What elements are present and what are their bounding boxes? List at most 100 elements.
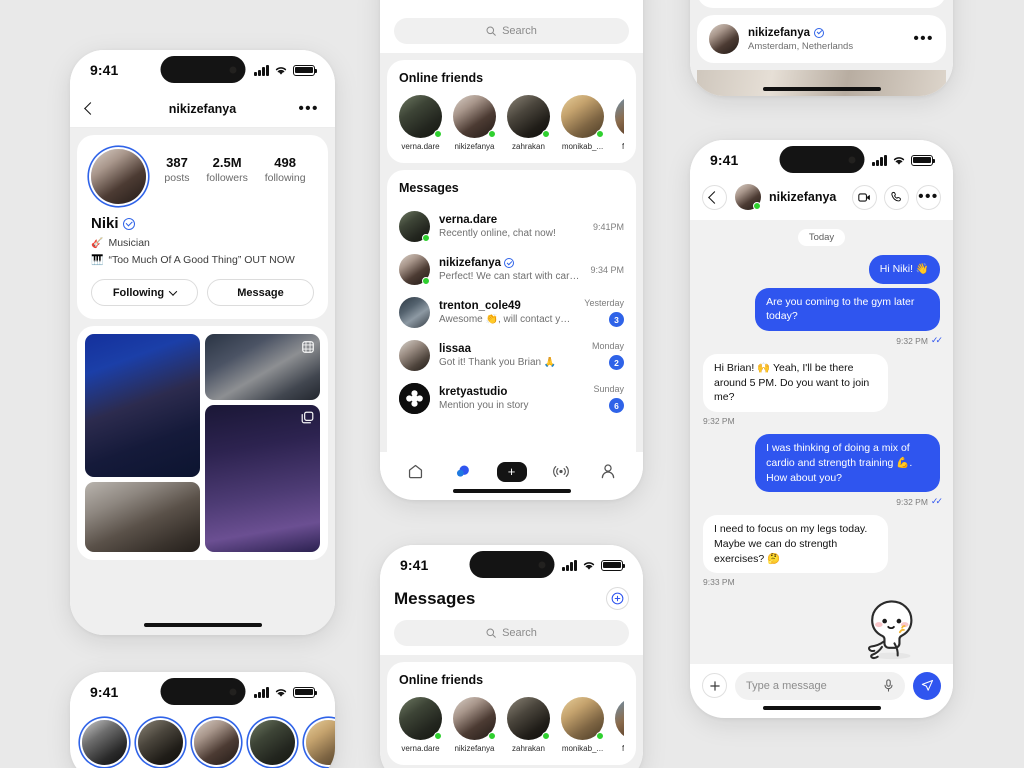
search-input[interactable]: Search — [394, 620, 629, 646]
chat-bubble-outgoing[interactable]: I was thinking of doing a mix of cardio … — [755, 434, 940, 493]
conversation-row[interactable]: nikizefanya Perfect! We can start with c… — [399, 248, 624, 291]
online-friends-list: verna.dare nikizefanya zahrakan monikab_… — [399, 697, 624, 753]
cellular-signal-icon — [562, 559, 577, 571]
avatar[interactable] — [735, 184, 761, 210]
online-indicator — [753, 202, 761, 210]
chat-bubble-incoming[interactable]: Hi Brian! 🙌 Yeah, I'll be there around 5… — [703, 354, 888, 413]
friend-item[interactable]: nikizefanya — [453, 697, 496, 753]
search-icon — [486, 628, 496, 638]
following-button[interactable]: Following — [91, 279, 198, 306]
compose-icon[interactable] — [606, 587, 629, 610]
video-call-icon[interactable] — [852, 184, 877, 210]
stat-posts[interactable]: 387 posts — [164, 155, 189, 184]
more-horizontal-icon[interactable]: ••• — [913, 31, 934, 46]
stat-following[interactable]: 498 following — [265, 155, 306, 184]
friend-item[interactable]: fateme_ — [615, 697, 624, 753]
story-item[interactable]: monikab — [306, 720, 335, 768]
status-bar-icons — [254, 686, 318, 698]
post-tile[interactable] — [205, 334, 320, 400]
unread-badge: 6 — [609, 398, 624, 413]
friend-item[interactable]: verna.dare — [399, 697, 442, 753]
tab-add-button[interactable]: + — [496, 461, 527, 482]
story-item[interactable]: nikizefanya — [194, 720, 240, 768]
conversation-row[interactable]: lissaa Got it! Thank you Brian 🙏 Monday … — [399, 334, 624, 377]
phone-call-icon[interactable] — [884, 184, 909, 210]
verified-badge-icon — [122, 217, 135, 230]
profile-name-row: Niki — [91, 215, 314, 232]
following-label: Following — [112, 286, 165, 299]
stat-value: 2.5M — [212, 155, 242, 170]
story-item[interactable]: zahrakan — [250, 720, 296, 768]
friend-item[interactable]: verna.dare — [399, 95, 442, 151]
chat-actions: ••• — [852, 184, 941, 210]
avatar[interactable] — [91, 149, 146, 204]
post-image[interactable] — [697, 70, 946, 96]
friend-item[interactable]: zahrakan — [507, 697, 550, 753]
avatar — [399, 383, 430, 414]
message-button[interactable]: Message — [207, 279, 314, 306]
friend-item[interactable]: monikab_... — [561, 697, 604, 753]
chat-message-list: Today Hi Niki! 👋 Are you coming to the g… — [690, 220, 953, 664]
avatar — [250, 720, 295, 765]
cute-blob-sticker[interactable] — [854, 597, 926, 663]
friend-name: verna.dare — [401, 744, 440, 753]
conversations-title: Messages — [399, 181, 459, 195]
status-bar-icons — [872, 154, 936, 166]
avatar — [399, 697, 442, 740]
stories-screen: 9:41 Your Story sarahma nikizefanya — [70, 672, 335, 768]
post-tile[interactable] — [85, 482, 200, 552]
back-icon[interactable] — [84, 102, 97, 115]
tab-home[interactable] — [402, 461, 428, 483]
story-item[interactable]: sarahma — [138, 720, 184, 768]
friend-name: verna.dare — [401, 142, 440, 151]
back-button[interactable] — [702, 184, 727, 210]
stat-followers[interactable]: 2.5M followers — [206, 155, 247, 184]
status-bar-time: 9:41 — [400, 557, 429, 573]
conversation-row[interactable]: verna.dare Recently online, chat now! 9:… — [399, 205, 624, 248]
stat-value: 498 — [274, 155, 296, 170]
conversation-row[interactable]: trenton_cole49 Awesome 👏, will contact y… — [399, 291, 624, 334]
chat-bubble-incoming[interactable]: I need to focus on my legs today. Maybe … — [703, 515, 888, 574]
friend-item[interactable]: zahrakan — [507, 95, 550, 151]
tab-profile[interactable] — [595, 461, 621, 483]
post-tile[interactable] — [85, 334, 200, 477]
friend-item[interactable]: nikizefanya — [453, 95, 496, 151]
conversation-preview: Perfect! We can start with cardio and t.… — [439, 271, 582, 282]
conversation-row[interactable]: kretyastudio Mention you in story Sunday… — [399, 377, 624, 420]
more-horizontal-icon[interactable]: ••• — [298, 101, 319, 116]
profile-scroll: 387 posts 2.5M followers 498 following N… — [70, 128, 335, 635]
conversation-preview: Got it! Thank you Brian 🙏 — [439, 357, 557, 368]
tab-live[interactable] — [548, 461, 574, 483]
friend-name: fateme_ — [615, 744, 624, 753]
story-item[interactable]: Your Story — [82, 720, 128, 768]
friend-name: zahrakan — [512, 744, 545, 753]
stat-label: posts — [164, 172, 190, 184]
message-timestamp: 9:32 PM ✓✓ — [896, 496, 943, 507]
chat-bubble-outgoing[interactable]: Hi Niki! 👋 — [868, 255, 940, 284]
verified-badge-icon — [504, 258, 514, 268]
stat-label: following — [264, 172, 306, 184]
message-input[interactable]: Type a message — [735, 671, 905, 700]
tab-explore[interactable] — [449, 461, 475, 483]
carousel-icon — [301, 411, 314, 429]
battery-icon — [293, 686, 318, 698]
avatar[interactable] — [709, 24, 739, 54]
stories-strip[interactable]: Your Story sarahma nikizefanya zahrakan … — [70, 712, 335, 768]
stat-value: 387 — [166, 155, 188, 170]
post-tile[interactable] — [205, 405, 320, 552]
friend-name: zahrakan — [512, 142, 545, 151]
plus-icon[interactable] — [702, 673, 727, 698]
post-author-card: nikizefanya Amsterdam, Netherlands ••• — [697, 15, 946, 63]
conversation-time: 9:41PM — [592, 221, 624, 232]
friend-item[interactable]: fateme_ — [615, 95, 624, 151]
battery-icon — [911, 154, 936, 166]
online-friends-section: Online friends verna.dare nikizefanya za… — [387, 662, 636, 765]
more-horizontal-icon[interactable]: ••• — [916, 184, 941, 210]
avatar — [615, 697, 624, 740]
search-input[interactable]: Search — [394, 18, 629, 44]
dynamic-island — [469, 551, 554, 578]
conversation-preview: Recently online, chat now! — [439, 228, 556, 239]
chat-bubble-outgoing[interactable]: Are you coming to the gym later today? — [755, 287, 940, 332]
friend-item[interactable]: monikab_... — [561, 95, 604, 151]
send-icon[interactable] — [913, 671, 941, 700]
